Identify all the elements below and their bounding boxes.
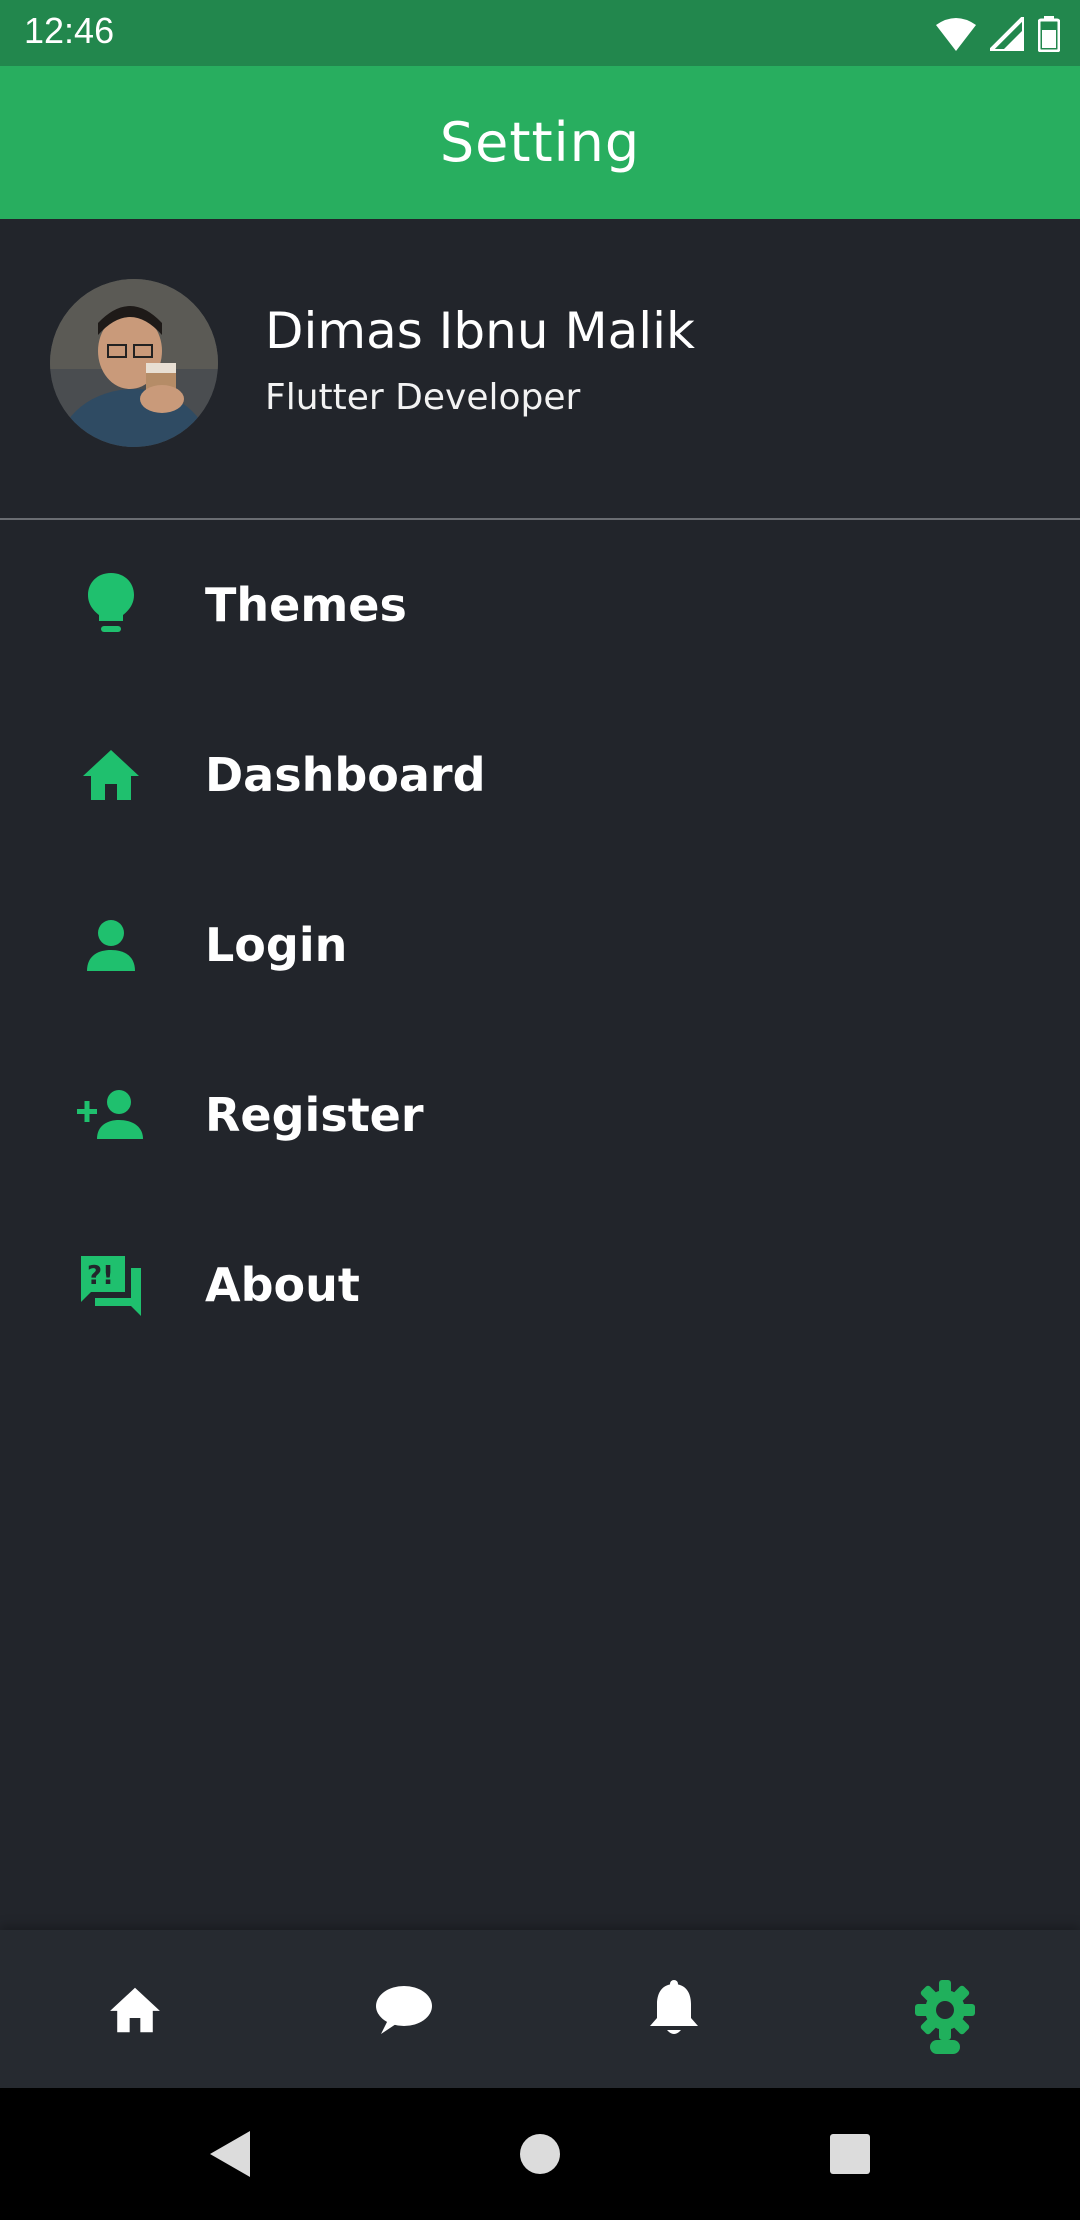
home-button[interactable] [510,2124,570,2184]
person-add-icon [74,1078,148,1152]
menu-item-register[interactable]: Register [0,1030,1080,1200]
bell-icon [650,1980,698,2034]
nav-home[interactable] [95,1970,175,2050]
battery-icon [1038,16,1060,52]
signal-icon [990,17,1024,51]
status-time: 12:46 [24,10,115,51]
menu-item-themes[interactable]: Themes [0,520,1080,690]
home-icon [110,1987,160,2033]
nav-settings[interactable] [905,1970,985,2050]
nav-chat[interactable] [364,1970,444,2050]
lightbulb-icon [74,568,148,642]
chat-icon [376,1986,432,2034]
menu-label-register: Register [205,1088,424,1142]
menu-item-about[interactable]: ?! About [0,1200,1080,1370]
bottom-navigation [0,1930,1080,2088]
menu-label-login: Login [205,918,348,972]
about-chat-icon: ?! [74,1248,148,1322]
settings-menu: Themes Dashboard Login Register ?! About [0,520,1080,1370]
home-icon [74,738,148,812]
status-bar: 12:46 [0,0,1080,66]
menu-label-dashboard: Dashboard [205,748,486,802]
menu-label-themes: Themes [205,578,407,632]
status-icons [936,14,1060,54]
recents-square-icon [830,2134,870,2174]
profile-role: Flutter Developer [265,377,581,418]
svg-text:?!: ?! [87,1261,114,1291]
active-tab-indicator [930,2040,960,2054]
profile-name: Dimas Ibnu Malik [265,302,695,360]
back-button[interactable] [200,2124,260,2184]
settings-icon [915,1980,975,2040]
home-circle-icon [520,2134,560,2174]
wifi-icon [936,18,976,51]
profile-header: Dimas Ibnu Malik Flutter Developer [0,219,1080,519]
system-navigation-bar [0,2088,1080,2220]
recents-button[interactable] [820,2124,880,2184]
nav-notifications[interactable] [634,1970,714,2050]
menu-label-about: About [205,1258,360,1312]
back-triangle-icon [210,2131,250,2177]
menu-item-dashboard[interactable]: Dashboard [0,690,1080,860]
page-title: Setting [439,111,641,174]
menu-item-login[interactable]: Login [0,860,1080,1030]
app-bar: Setting [0,66,1080,219]
avatar[interactable] [50,279,218,447]
person-icon [74,908,148,982]
